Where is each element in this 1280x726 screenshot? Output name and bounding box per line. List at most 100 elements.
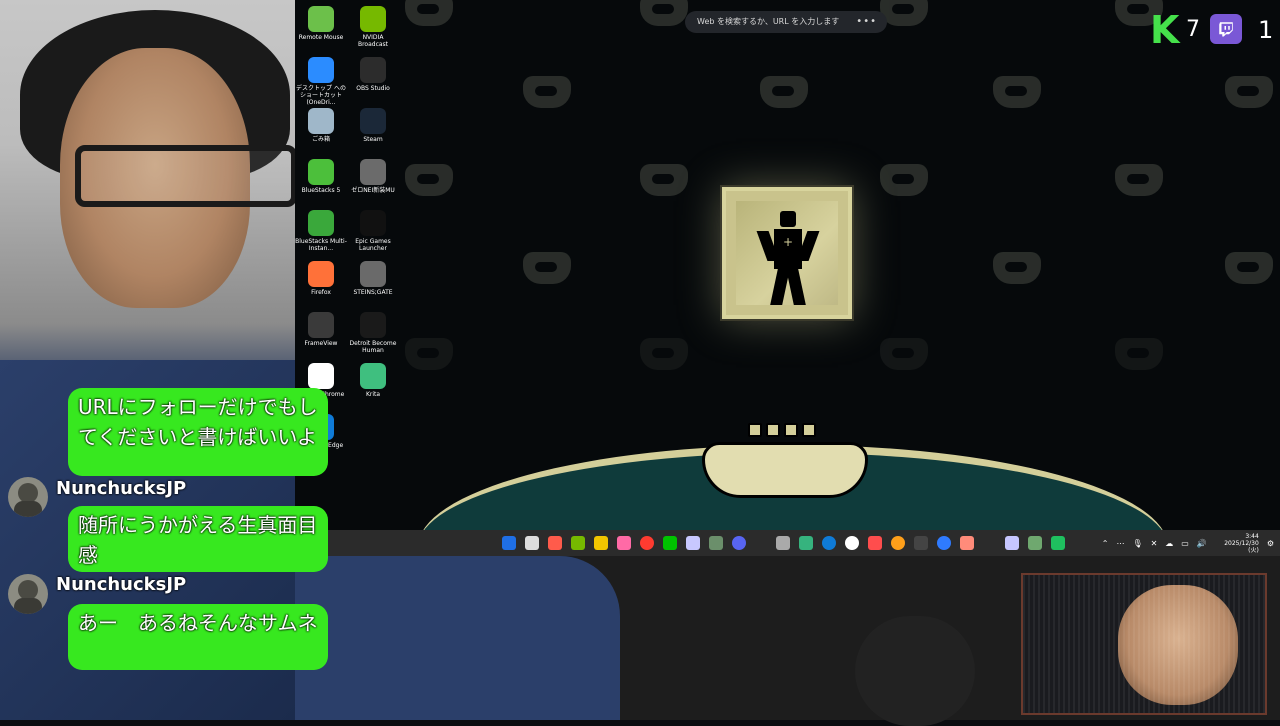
game-shortcut-desktop-shortcut[interactable]: ゼロNEI新装MU bbox=[347, 159, 399, 209]
desktop-shortcut-label: Detroit Become Human bbox=[349, 340, 397, 354]
close-icon[interactable]: ✕ bbox=[1151, 539, 1158, 548]
wallpaper-scroll-motif bbox=[880, 338, 928, 370]
battery-icon[interactable]: ▭ bbox=[1181, 539, 1189, 548]
epic-games-icon bbox=[360, 210, 386, 236]
network-icon[interactable]: ⋯ bbox=[1116, 539, 1124, 548]
wallpaper-scroll-motif bbox=[640, 0, 688, 26]
cloud-icon[interactable]: ☁ bbox=[1165, 539, 1173, 548]
app-icon-2[interactable] bbox=[617, 536, 631, 550]
chat-username: NunchucksJP bbox=[56, 478, 187, 499]
firefox-desktop-shortcut[interactable]: Firefox bbox=[295, 261, 347, 311]
obs-desktop-shortcut[interactable]: OBS Studio bbox=[347, 57, 399, 107]
figure-head bbox=[780, 211, 796, 227]
kick-icon: K bbox=[1150, 8, 1180, 52]
krita-icon bbox=[360, 363, 386, 389]
wallpaper-scroll-motif bbox=[523, 252, 571, 284]
app-icon-6[interactable] bbox=[868, 536, 882, 550]
wallpaper-scroll-motif bbox=[993, 76, 1041, 108]
app-icon-5[interactable] bbox=[776, 536, 790, 550]
avatar-body bbox=[14, 501, 42, 517]
remote-mouse-desktop-shortcut[interactable]: Remote Mouse bbox=[295, 6, 347, 56]
chat-username: NunchucksJP bbox=[56, 574, 187, 595]
wallpaper-scroll-motif bbox=[880, 0, 928, 26]
microphone-icon[interactable]: 🎙 bbox=[1132, 539, 1142, 548]
chair bbox=[855, 616, 975, 726]
desktop-shortcut-label: BlueStacks Multi-Instan... bbox=[295, 238, 347, 252]
app-icon-1[interactable] bbox=[548, 536, 562, 550]
steam-desktop-shortcut[interactable]: Steam bbox=[347, 108, 399, 158]
clock-time: 3:44 bbox=[1245, 532, 1259, 540]
desktop-shortcut-label: OBS Studio bbox=[356, 85, 390, 92]
desktop-shortcut-label: Firefox bbox=[311, 289, 331, 296]
obs-icon bbox=[360, 57, 386, 83]
wallpaper-pips bbox=[748, 423, 820, 439]
chat-message-text: URLにフォローだけでもしてくださいと書けばいいよ bbox=[78, 395, 318, 449]
pixel-figure: + bbox=[756, 211, 820, 305]
avatar bbox=[8, 477, 48, 517]
pip-block bbox=[748, 423, 762, 437]
steam-icon bbox=[360, 108, 386, 134]
steins-gate-desktop-shortcut[interactable]: STEINS;GATE bbox=[347, 261, 399, 311]
line-icon[interactable] bbox=[663, 536, 677, 550]
app-icon-8[interactable] bbox=[914, 536, 928, 550]
chat-message-text: あー あるねそんなサムネ bbox=[78, 611, 318, 635]
bluestacks-desktop-shortcut[interactable]: BlueStacks 5 bbox=[295, 159, 347, 209]
chrome-taskbar-icon[interactable] bbox=[845, 536, 859, 550]
detroit-desktop-shortcut[interactable]: Detroit Become Human bbox=[347, 312, 399, 362]
chat-message-text: 随所にうかがえる生真面目感 bbox=[78, 513, 318, 567]
desktop-shortcut-label: ゼロNEI新装MU bbox=[351, 187, 395, 194]
recycle-bin-desktop-shortcut[interactable]: ごみ箱 bbox=[295, 108, 347, 158]
wallpaper-scroll-motif bbox=[993, 252, 1041, 284]
frameview-desktop-shortcut[interactable]: FrameView bbox=[295, 312, 347, 362]
settings-icon[interactable]: ⚙ bbox=[1267, 539, 1274, 548]
streamer-body bbox=[295, 556, 620, 720]
pip-camera bbox=[1021, 573, 1267, 715]
record-icon[interactable] bbox=[640, 536, 654, 550]
app-icon-9[interactable] bbox=[937, 536, 951, 550]
app-icon-7[interactable] bbox=[891, 536, 905, 550]
desktop-shortcut-label: FrameView bbox=[304, 340, 338, 347]
chat-message-2: 随所にうかがえる生真面目感 bbox=[68, 506, 328, 572]
edge-taskbar-icon[interactable] bbox=[822, 536, 836, 550]
volume-icon[interactable]: 🔊 bbox=[1197, 539, 1207, 548]
desktop-shortcut-label: Krita bbox=[365, 391, 381, 398]
epic-games-desktop-shortcut[interactable]: Epic Games Launcher bbox=[347, 210, 399, 260]
pip-block bbox=[784, 423, 798, 437]
nvidia-icon[interactable] bbox=[571, 536, 585, 550]
start-icon[interactable] bbox=[502, 536, 516, 550]
app-icon-12[interactable] bbox=[1028, 536, 1042, 550]
nvidia-broadcast-icon bbox=[360, 6, 386, 32]
clock-date: 2025/12/30 (火) bbox=[1224, 539, 1259, 554]
onedrive-shortcut-icon bbox=[308, 57, 334, 83]
avatar bbox=[8, 574, 48, 614]
discord-icon[interactable] bbox=[732, 536, 746, 550]
bluestacks-multi-desktop-shortcut[interactable]: BlueStacks Multi-Instan... bbox=[295, 210, 347, 260]
pip-block bbox=[766, 423, 780, 437]
app-icon-4[interactable] bbox=[709, 536, 723, 550]
xbox-icon[interactable] bbox=[799, 536, 813, 550]
ellipsis-icon[interactable]: ••• bbox=[856, 11, 877, 33]
system-tray: ⌃ ⋯ 🎙 ✕ ☁ ▭ 🔊 3:44 2025/12/30 (火) ⚙ bbox=[1102, 533, 1274, 554]
remote-mouse-icon bbox=[308, 6, 334, 32]
nvidia-broadcast-desktop-shortcut[interactable]: NVIDIA Broadcast bbox=[347, 6, 399, 56]
app-icon-13[interactable] bbox=[1051, 536, 1065, 550]
app-icon-11[interactable] bbox=[1005, 536, 1019, 550]
desktop-shortcut-label: デスクトップ へのショートカット (OneDri... bbox=[296, 85, 346, 106]
avatar-head bbox=[18, 483, 38, 503]
game-shortcut-icon bbox=[360, 159, 386, 185]
firefox-icon bbox=[308, 261, 334, 287]
task-view-icon[interactable] bbox=[525, 536, 539, 550]
browser-search-bar[interactable]: Web を検索するか、URL を入力します ••• bbox=[685, 11, 887, 33]
frame-inner: + bbox=[736, 201, 838, 305]
clock[interactable]: 3:44 2025/12/30 (火) bbox=[1215, 533, 1259, 554]
krita-desktop-shortcut[interactable]: Krita bbox=[347, 363, 399, 413]
file-explorer-icon[interactable] bbox=[594, 536, 608, 550]
recycle-bin-icon bbox=[308, 108, 334, 134]
chevron-up-icon[interactable]: ⌃ bbox=[1102, 539, 1109, 548]
app-icon-10[interactable] bbox=[960, 536, 974, 550]
desktop-shortcut-label: STEINS;GATE bbox=[353, 289, 393, 296]
wallpaper-scroll-motif bbox=[523, 76, 571, 108]
app-icon-3[interactable] bbox=[686, 536, 700, 550]
onedrive-shortcut-desktop-shortcut[interactable]: デスクトップ へのショートカット (OneDri... bbox=[295, 57, 347, 107]
desktop-shortcut-label: Epic Games Launcher bbox=[355, 238, 391, 252]
